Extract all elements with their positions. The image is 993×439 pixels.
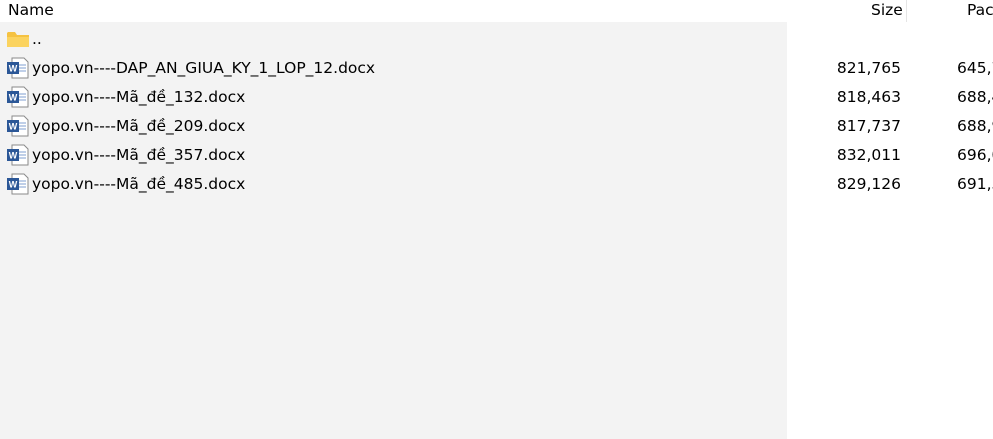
file-size: 832,011 xyxy=(836,146,901,164)
list-item[interactable]: W yopo.vn----Mã_đề_209.docx 817,737 688,… xyxy=(0,112,993,141)
list-item[interactable]: W yopo.vn----Mã_đề_357.docx 832,011 696,… xyxy=(0,141,993,170)
file-packed-size: 688,9 xyxy=(957,117,993,135)
word-document-icon: W xyxy=(6,144,30,166)
file-packed-size: 688,4 xyxy=(957,88,993,106)
word-document-icon: W xyxy=(6,173,30,195)
word-document-icon: W xyxy=(6,115,30,137)
file-name: yopo.vn----Mã_đề_132.docx xyxy=(32,88,246,106)
list-item[interactable]: W yopo.vn----Mã_đề_485.docx 829,126 691,… xyxy=(0,170,993,199)
list-item-parent-folder[interactable]: .. xyxy=(0,25,993,54)
file-size: 821,765 xyxy=(836,59,901,77)
svg-text:W: W xyxy=(9,64,18,74)
folder-icon xyxy=(6,28,30,50)
file-name: yopo.vn----Mã_đề_209.docx xyxy=(32,117,246,135)
word-document-icon: W xyxy=(6,57,30,79)
column-header-packed[interactable]: Pac xyxy=(967,0,993,22)
list-item[interactable]: W yopo.vn----DAP_AN_GIUA_KY_1_LOP_12.doc… xyxy=(0,54,993,83)
file-size: 818,463 xyxy=(836,88,901,106)
file-packed-size: 696,0 xyxy=(957,146,993,164)
file-packed-size: 691,3 xyxy=(957,175,993,193)
word-document-icon: W xyxy=(6,86,30,108)
file-name: yopo.vn----DAP_AN_GIUA_KY_1_LOP_12.docx xyxy=(32,59,376,77)
file-size: 829,126 xyxy=(836,175,901,193)
svg-text:W: W xyxy=(9,180,18,190)
svg-text:W: W xyxy=(9,93,18,103)
file-name: yopo.vn----Mã_đề_357.docx xyxy=(32,146,246,164)
svg-text:W: W xyxy=(9,151,18,161)
svg-text:W: W xyxy=(9,122,18,132)
parent-folder-label: .. xyxy=(32,30,42,48)
list-item[interactable]: W yopo.vn----Mã_đề_132.docx 818,463 688,… xyxy=(0,83,993,112)
file-size: 817,737 xyxy=(836,117,901,135)
column-header-name[interactable]: Name xyxy=(8,0,54,22)
column-header: Name Size Pac xyxy=(0,0,993,22)
column-separator[interactable] xyxy=(906,0,907,22)
file-name: yopo.vn----Mã_đề_485.docx xyxy=(32,175,246,193)
column-header-size[interactable]: Size xyxy=(871,0,903,22)
file-packed-size: 645,7 xyxy=(957,59,993,77)
